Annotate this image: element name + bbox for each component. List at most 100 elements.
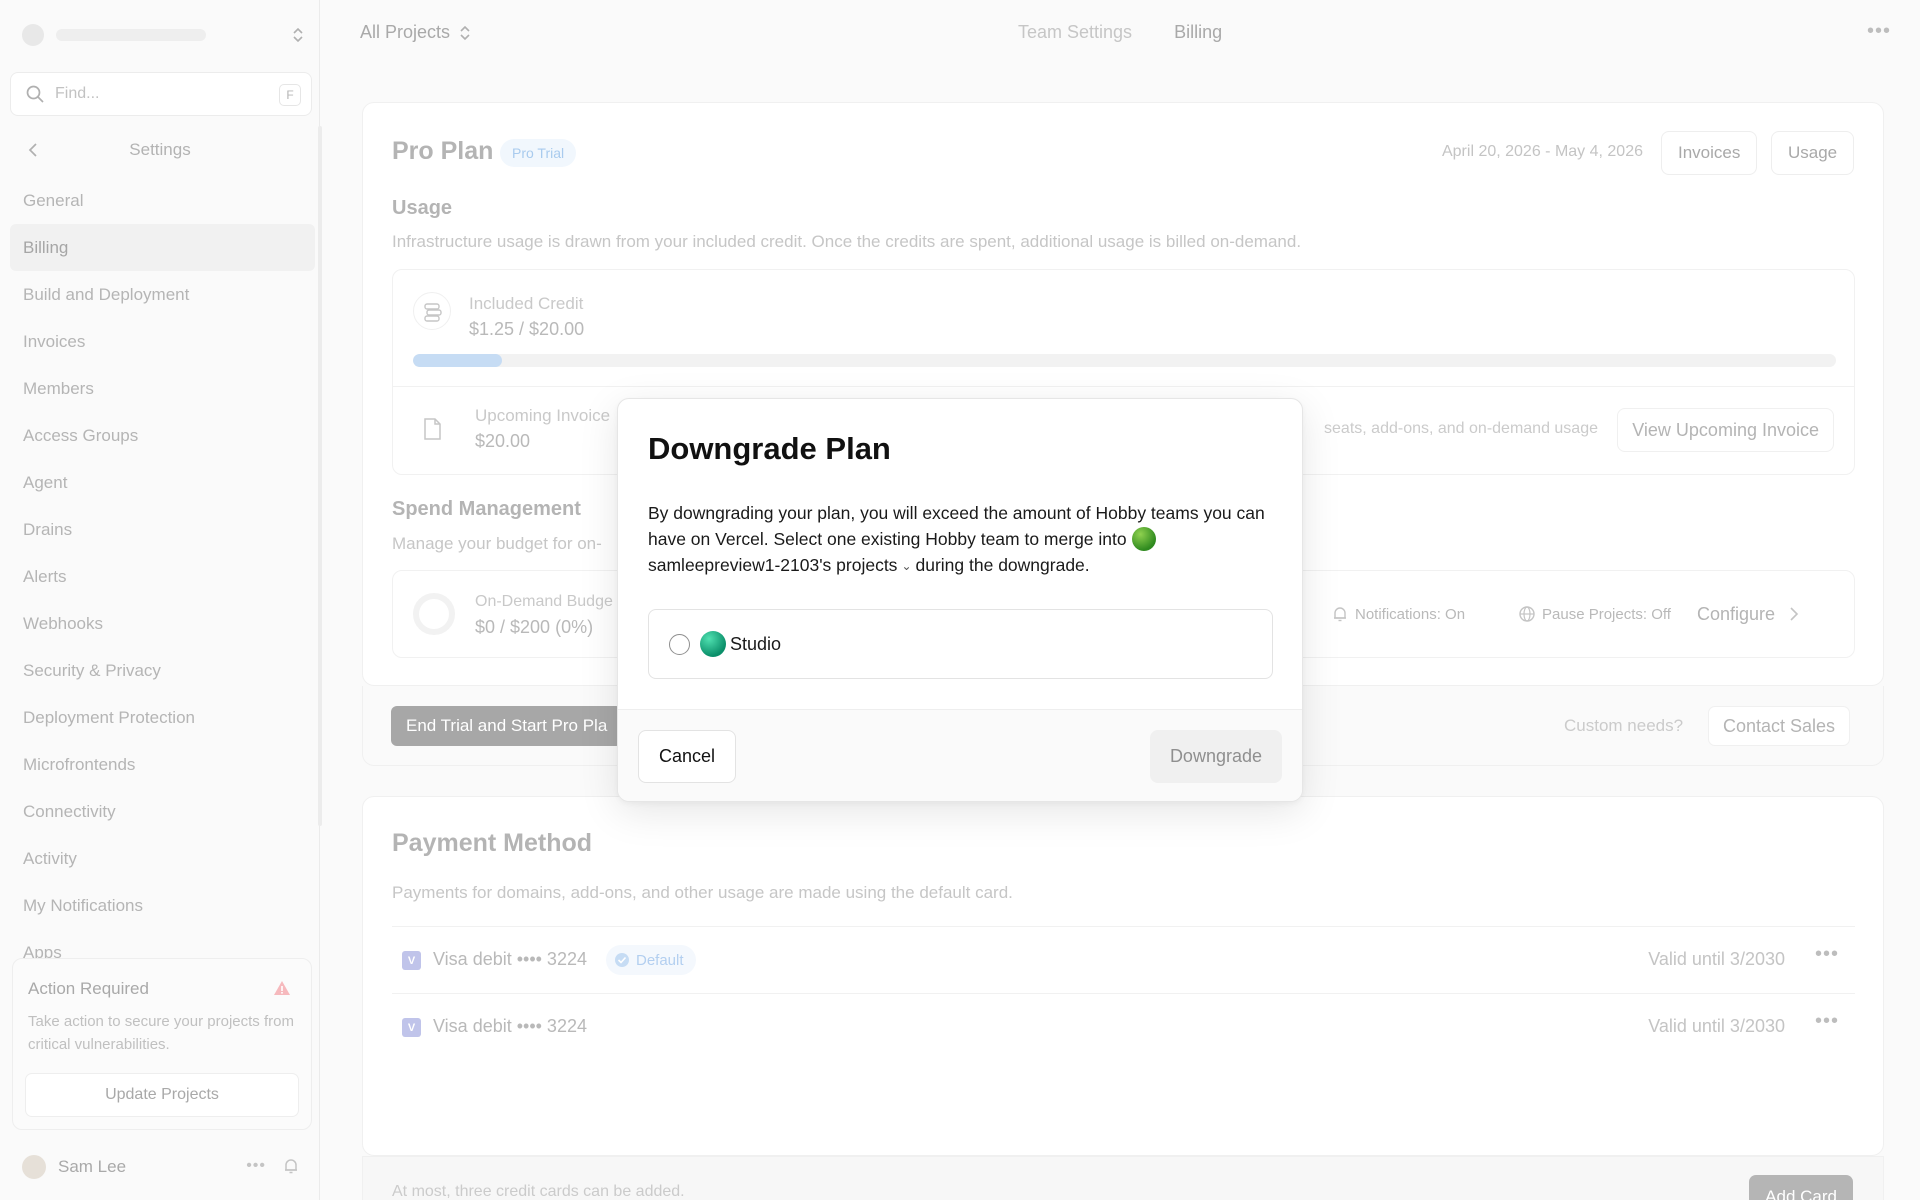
sidebar-item-general[interactable]: General <box>10 177 315 224</box>
team-switcher[interactable] <box>22 20 306 50</box>
divider <box>393 386 1854 387</box>
table-row: V Visa debit •••• 3224 Default Valid unt… <box>392 926 1855 993</box>
team-name-placeholder <box>56 29 206 41</box>
settings-title: Settings <box>129 140 191 159</box>
payment-note: At most, three credit cards can be added… <box>392 1183 685 1200</box>
chevron-up-down-icon: ⌄ <box>901 559 912 573</box>
spend-management-description: Manage your budget for on- <box>392 534 602 553</box>
team-option-label: Studio <box>730 633 782 654</box>
sidebar-item-drains[interactable]: Drains <box>10 506 315 553</box>
search-box[interactable]: F <box>10 72 312 116</box>
card-label: Visa debit •••• 3224 <box>433 1016 587 1036</box>
action-required-title: Action Required <box>28 979 149 998</box>
team-avatar <box>700 631 726 657</box>
custom-needs-text: Custom needs? <box>1564 716 1684 735</box>
payment-method-description: Payments for domains, add-ons, and other… <box>392 883 1013 902</box>
settings-header: Settings <box>0 138 320 162</box>
tab-team-settings[interactable]: Team Settings <box>1018 22 1132 43</box>
upcoming-invoice-value: $20.00 <box>475 431 531 451</box>
included-credit-label: Included Credit <box>469 294 584 313</box>
plan-title: Pro Plan <box>392 137 494 165</box>
payment-card-footer: At most, three credit cards can be added… <box>362 1156 1884 1200</box>
dialog-text-before: By downgrading your plan, you will excee… <box>648 503 1265 549</box>
user-menu[interactable]: Sam Lee ••• <box>22 1152 306 1182</box>
action-required-text: Take action to secure your projects from… <box>28 1013 294 1053</box>
on-demand-budget-label: On-Demand Budge <box>475 593 613 610</box>
account-avatar <box>1131 527 1156 551</box>
invoices-button[interactable]: Invoices <box>1661 131 1758 175</box>
usage-button[interactable]: Usage <box>1771 131 1855 175</box>
upcoming-invoice-note: seats, add-ons, and on-demand usage <box>1324 420 1598 437</box>
credit-progress-fill <box>413 354 502 367</box>
budget-ring-icon <box>413 593 455 635</box>
bell-icon <box>1334 607 1346 622</box>
update-projects-button[interactable]: Update Projects <box>25 1073 299 1117</box>
notifications-status-label: Notifications: On <box>1355 605 1466 623</box>
sidebar-item-members[interactable]: Members <box>10 365 315 412</box>
default-badge-label: Default <box>636 951 684 969</box>
status-badge: Default <box>606 945 696 975</box>
pause-projects-status[interactable]: Pause Projects: Off <box>1508 596 1681 632</box>
status-badge: Pro Trial <box>500 139 577 167</box>
more-icon[interactable]: ••• <box>246 1157 266 1175</box>
search-icon <box>26 85 44 103</box>
action-required-card: Action Required Take action to secure yo… <box>12 958 312 1130</box>
sidebar-item-access-groups[interactable]: Access Groups <box>10 412 315 459</box>
user-name: Sam Lee <box>58 1157 127 1176</box>
add-card-button[interactable]: Add Card <box>1749 1175 1853 1200</box>
usage-description: Infrastructure usage is drawn from your … <box>392 232 1302 251</box>
tab-billing[interactable]: Billing <box>1174 22 1222 43</box>
sidebar-item-activity[interactable]: Activity <box>10 835 315 882</box>
sidebar-item-webhooks[interactable]: Webhooks <box>10 600 315 647</box>
dialog-title: Downgrade Plan <box>648 431 891 466</box>
sidebar-item-microfrontends[interactable]: Microfrontends <box>10 741 315 788</box>
sidebar-item-my-notifications[interactable]: My Notifications <box>10 882 315 929</box>
usage-title: Usage <box>392 197 453 219</box>
more-icon[interactable]: ••• <box>1815 1010 1839 1033</box>
search-input[interactable] <box>55 85 255 103</box>
visa-card-icon: V <box>402 951 421 970</box>
card-expiry: Valid until 3/2030 <box>1648 1016 1785 1036</box>
sidebar-item-connectivity[interactable]: Connectivity <box>10 788 315 835</box>
contact-sales-button[interactable]: Contact Sales <box>1708 706 1851 746</box>
document-icon <box>424 418 441 440</box>
chevron-up-down-icon <box>293 27 303 43</box>
view-upcoming-invoice-button[interactable]: View Upcoming Invoice <box>1617 408 1834 452</box>
sidebar-item-security-privacy[interactable]: Security & Privacy <box>10 647 315 694</box>
cancel-button[interactable]: Cancel <box>638 730 737 783</box>
search-shortcut: F <box>279 84 301 106</box>
upcoming-invoice-label: Upcoming Invoice <box>475 406 611 425</box>
sidebar-item-alerts[interactable]: Alerts <box>10 553 315 600</box>
sidebar-item-build-and-deployment[interactable]: Build and Deployment <box>10 271 315 318</box>
card-label: Visa debit •••• 3224 <box>433 949 587 969</box>
projects-switcher[interactable]: All Projects <box>360 22 472 43</box>
chevron-right-icon <box>1790 607 1799 621</box>
account-name: samleepreview1-2103's projects <box>648 555 898 575</box>
team-option-studio[interactable]: Studio <box>648 609 1273 679</box>
team-radio[interactable] <box>669 633 690 655</box>
visa-card-icon: V <box>402 1018 421 1037</box>
projects-switcher-label: All Projects <box>360 22 451 42</box>
included-credit-value: $1.25 / $20.00 <box>469 319 585 339</box>
sidebar-scrollbar[interactable] <box>318 126 322 826</box>
sidebar-item-billing[interactable]: Billing <box>10 224 315 271</box>
downgrade-button[interactable]: Downgrade <box>1149 730 1282 783</box>
credit-icon <box>413 292 451 330</box>
sidebar-item-deployment-protection[interactable]: Deployment Protection <box>10 694 315 741</box>
billing-period: April 20, 2026 - May 4, 2026 <box>1441 143 1643 160</box>
sidebar-item-invoices[interactable]: Invoices <box>10 318 315 365</box>
bell-icon[interactable] <box>282 1157 300 1175</box>
configure-button[interactable]: Configure <box>1685 596 1811 632</box>
avatar <box>22 1155 46 1179</box>
notifications-status[interactable]: Notifications: On <box>1321 596 1475 632</box>
credit-progress-bar <box>413 354 1836 367</box>
breadcrumb: Team Settings Billing <box>1018 22 1222 43</box>
warning-icon <box>274 981 290 995</box>
more-icon[interactable]: ••• <box>1867 20 1891 43</box>
settings-nav: General Billing Build and Deployment Inv… <box>10 177 315 976</box>
pause-projects-status-label: Pause Projects: Off <box>1542 605 1671 623</box>
more-icon[interactable]: ••• <box>1815 943 1839 966</box>
end-trial-button[interactable]: End Trial and Start Pro Pla <box>391 706 623 746</box>
chevron-up-down-icon <box>460 25 470 40</box>
sidebar-item-agent[interactable]: Agent <box>10 459 315 506</box>
